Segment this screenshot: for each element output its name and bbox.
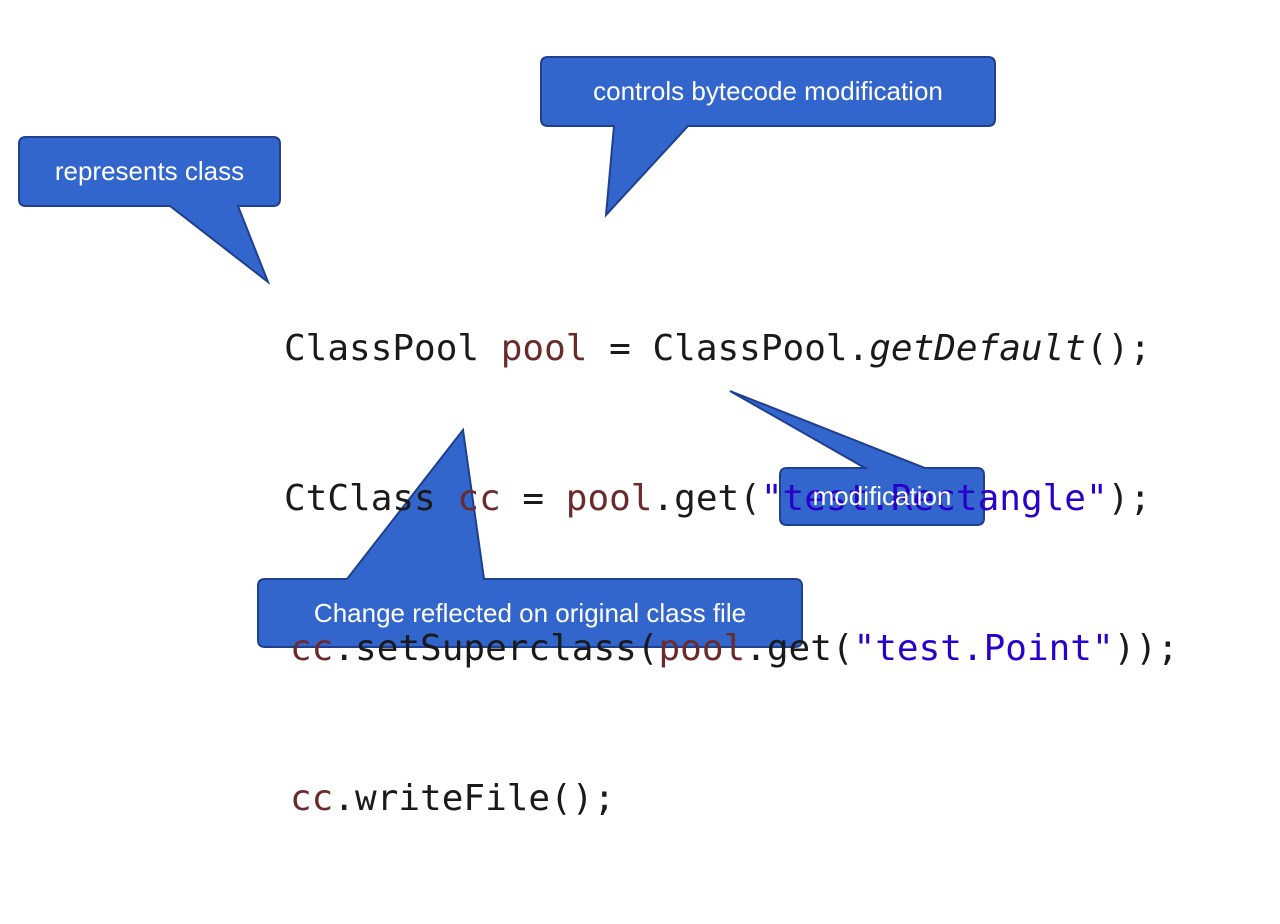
- code-token: CtClass: [284, 478, 458, 519]
- code-token: .get(: [652, 478, 761, 519]
- code-line-2: CtClass cc = pool.get("test.Rectangle");: [284, 474, 1179, 524]
- code-line-4: cc.writeFile();: [284, 774, 1179, 824]
- code-token: =: [500, 478, 566, 519]
- code-token: );: [1107, 478, 1151, 519]
- code-token: ));: [1113, 628, 1179, 669]
- diagram-canvas: controls bytecode modification represent…: [0, 0, 1280, 819]
- code-line-1: ClassPool pool = ClassPool.getDefault();: [284, 324, 1179, 374]
- callout-change-label: Change reflected on original class file: [313, 597, 747, 628]
- code-token-variable: cc: [290, 778, 334, 819]
- code-token-string: "test.Point": [853, 628, 1114, 669]
- callout-modification-label: modification: [812, 481, 952, 511]
- code-token: ();: [1085, 328, 1151, 369]
- code-token-method: getDefault: [869, 328, 1086, 369]
- callout-represents-label: represents class: [54, 156, 245, 186]
- code-block: ClassPool pool = ClassPool.getDefault();…: [284, 224, 1179, 924]
- code-token-variable: pool: [565, 478, 653, 519]
- callout-bytecode-label: controls bytecode modification: [593, 76, 943, 106]
- code-token-variable: pool: [500, 328, 588, 369]
- code-token: .writeFile();: [333, 778, 616, 819]
- code-token: = ClassPool.: [587, 328, 870, 369]
- code-token: ClassPool: [284, 328, 501, 369]
- code-token-variable: cc: [457, 478, 501, 519]
